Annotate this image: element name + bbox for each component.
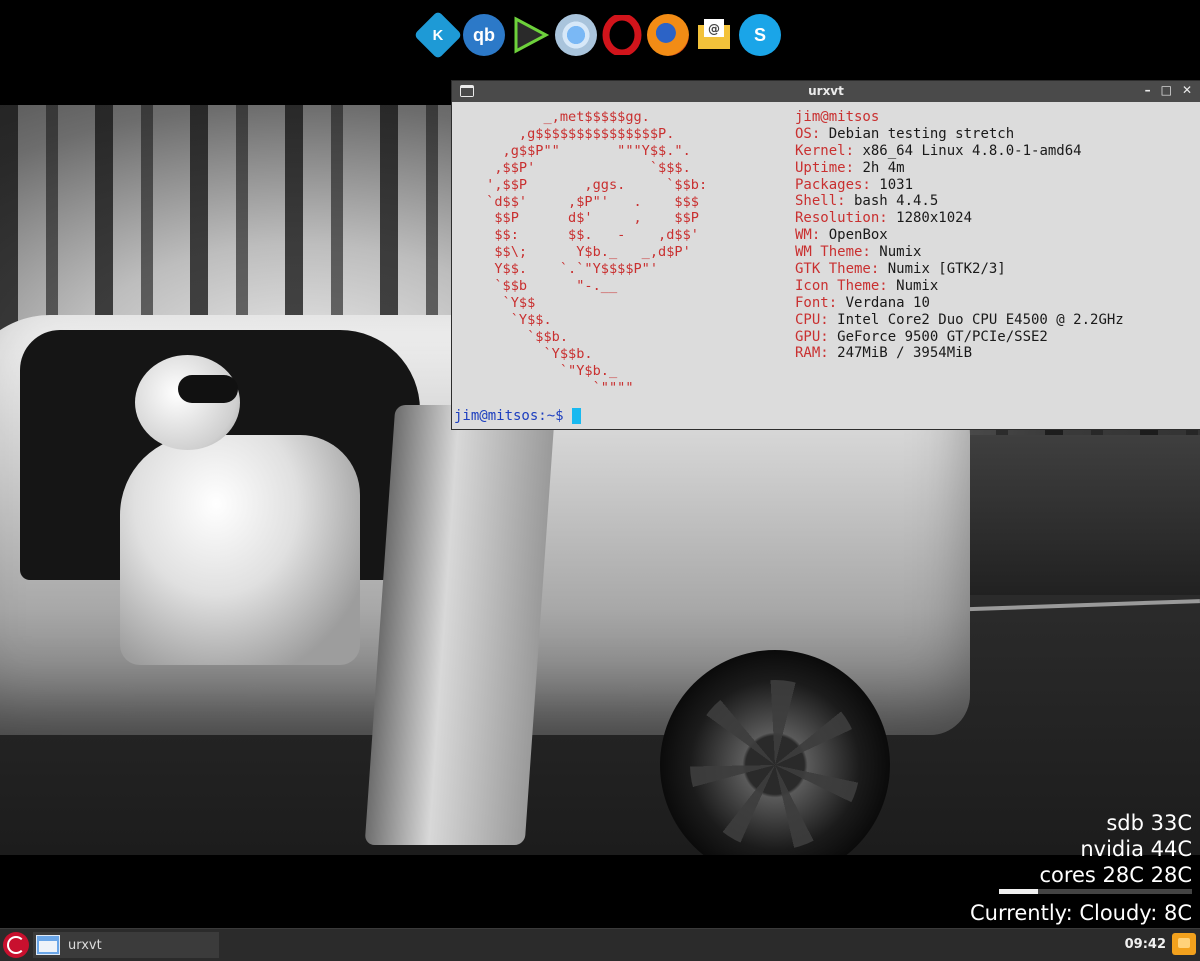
debian-ascii-logo: _,met$$$$$gg. ,g$$$$$$$$$$$$$$$P. ,g$$P"… (486, 109, 708, 396)
firefox-icon[interactable] (647, 14, 689, 56)
close-button[interactable]: ✕ (1182, 83, 1192, 97)
cores-temp: cores 28C 28C (1039, 863, 1192, 887)
svg-text:@: @ (708, 22, 720, 36)
shell-prompt-line[interactable]: jim@mitsos:~$ (454, 408, 581, 425)
info-row: Resolution: 1280x1024 (795, 210, 973, 227)
info-row: GPU: GeForce 9500 GT/PCIe/SSE2 (795, 328, 1048, 345)
wallpaper-car-door (364, 405, 556, 845)
taskbar: urxvt 09:42 (0, 928, 1200, 961)
info-row: Kernel: x86_64 Linux 4.8.0-1-amd64 (795, 142, 1082, 159)
info-row: Font: Verdana 10 (795, 294, 930, 311)
info-row: RAM: 247MiB / 3954MiB (795, 345, 973, 362)
user-host: jim@mitsos (795, 109, 880, 125)
debian-swirl-icon (7, 936, 25, 954)
info-row: WM: OpenBox (795, 227, 888, 244)
opera-icon[interactable] (601, 14, 643, 56)
wallpaper-driver (120, 435, 360, 665)
info-row: WM Theme: Numix (795, 244, 922, 261)
conky-monitor: sdb 33C nvidia 44C cores 28C 28C (1039, 810, 1192, 888)
qbittorrent-icon[interactable]: qb (463, 14, 505, 56)
mail-icon[interactable]: @ (693, 14, 735, 56)
terminal-window[interactable]: urxvt – □ ✕ _,met$$$$$gg. ,g$$$$$$$$$$$$… (452, 81, 1200, 429)
nvidia-temp: nvidia 44C (1080, 837, 1192, 861)
usage-bar (999, 889, 1192, 894)
info-row: Icon Theme: Numix (795, 277, 939, 294)
wallpaper-visor (178, 375, 238, 403)
skype-icon[interactable]: S (739, 14, 781, 56)
clock[interactable]: 09:42 (1125, 937, 1166, 952)
info-row: OS: Debian testing stretch (795, 125, 1015, 142)
info-row: Uptime: 2h 4m (795, 159, 905, 176)
info-row: Shell: bash 4.4.5 (795, 193, 939, 210)
system-info: jim@mitsos OS: Debian testing stretch Ke… (795, 109, 1124, 362)
chromium-icon[interactable] (555, 14, 597, 56)
shell-prompt: jim@mitsos:~$ (454, 408, 564, 424)
info-row: GTK Theme: Numix [GTK2/3] (795, 261, 1006, 278)
tray-notification-icon[interactable] (1172, 933, 1196, 955)
usage-bar-fill (999, 889, 1038, 894)
app-dock: K qb @ S (413, 10, 781, 60)
minimize-button[interactable]: – (1145, 83, 1151, 97)
debian-menu-button[interactable] (3, 932, 29, 958)
terminal-title: urxvt (808, 84, 844, 98)
media-player-icon[interactable] (509, 14, 551, 56)
info-row: CPU: Intel Core2 Duo CPU E4500 @ 2.2GHz (795, 311, 1124, 328)
taskbar-item-urxvt[interactable]: urxvt (33, 932, 219, 958)
terminal-window-icon (36, 935, 60, 955)
terminal-titlebar[interactable]: urxvt – □ ✕ (452, 81, 1200, 102)
window-controls: – □ ✕ (1145, 83, 1192, 97)
terminal-body[interactable]: _,met$$$$$gg. ,g$$$$$$$$$$$$$$$P. ,g$$P"… (452, 102, 1200, 429)
kodi-icon[interactable]: K (413, 10, 463, 60)
weather-status: Currently: Cloudy: 8C (969, 901, 1192, 925)
info-row: Packages: 1031 (795, 176, 914, 193)
taskbar-item-label: urxvt (68, 937, 102, 953)
sdb-temp: sdb 33C (1106, 811, 1192, 835)
maximize-button[interactable]: □ (1161, 83, 1172, 97)
wallpaper-wheel-spokes (690, 680, 860, 850)
text-cursor (571, 408, 581, 425)
